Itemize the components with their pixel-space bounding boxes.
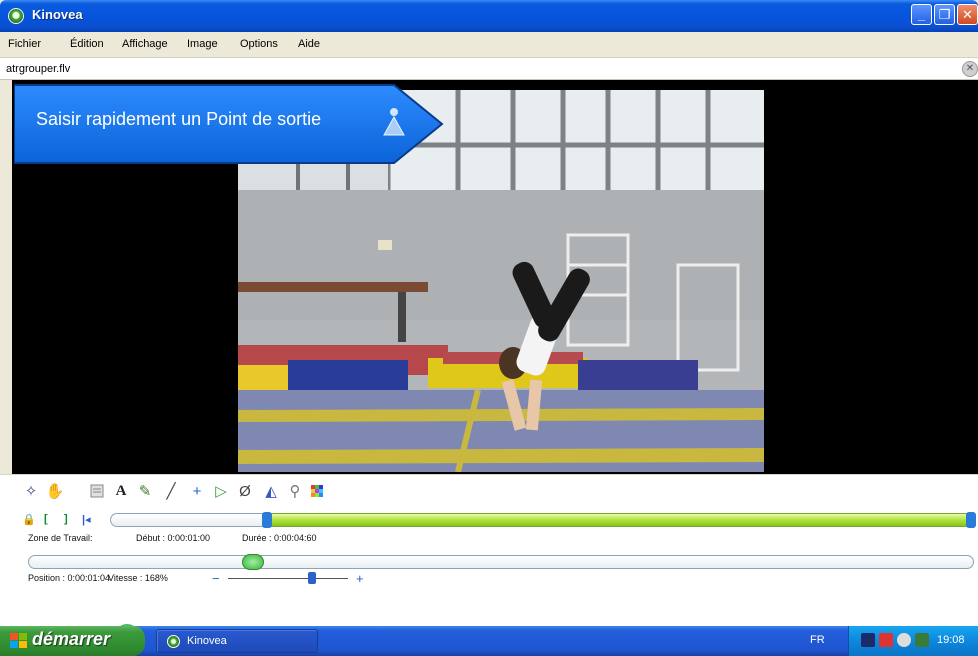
zone-duration: Durée : 0:00:04:60 <box>242 533 317 543</box>
window-title: Kinovea <box>32 7 83 22</box>
chrono-icon[interactable]: Ø <box>236 482 254 500</box>
menu-bar: Fichier Édition Affichage Image Options … <box>0 32 978 58</box>
windows-flag-icon <box>10 633 27 648</box>
set-end-point-icon[interactable]: ] <box>64 513 68 525</box>
windows-taskbar: démarrer Kinovea FR 19:08 <box>0 626 978 656</box>
kinovea-app-icon[interactable] <box>8 8 24 24</box>
start-label: démarrer <box>32 629 111 649</box>
speed-label: Vitesse : 168% <box>108 573 168 583</box>
set-start-point-icon[interactable]: [ <box>44 513 48 525</box>
kinovea-task-icon <box>167 635 180 648</box>
position-cursor[interactable] <box>242 554 264 570</box>
lock-zone-icon[interactable]: 🔒 <box>22 513 36 526</box>
taskbar-item-kinovea[interactable]: Kinovea <box>156 629 318 653</box>
security-tray-icon[interactable] <box>879 633 893 647</box>
zone-start-time: Début : 0:00:01:00 <box>136 533 211 543</box>
menu-edition[interactable]: Édition <box>70 38 104 50</box>
comment-icon[interactable] <box>88 482 106 500</box>
speed-minus-button[interactable]: − <box>212 571 220 586</box>
system-tray: 19:08 <box>848 626 978 656</box>
network-tray-icon[interactable] <box>861 633 875 647</box>
update-tray-icon[interactable] <box>915 633 929 647</box>
working-zone-panel: 🔒 [ ] |◂ Zone de Travail: Début : 0:00:0… <box>0 506 978 550</box>
start-button[interactable]: démarrer <box>0 626 145 656</box>
taskbar-item-label: Kinovea <box>187 635 227 647</box>
go-to-zone-start-icon[interactable]: |◂ <box>82 513 91 526</box>
new-key-image-icon[interactable]: ✧ <box>22 482 40 500</box>
position-time: Position : 0:00:01:04 <box>28 573 111 583</box>
minimize-button[interactable]: _ <box>911 4 932 25</box>
drawing-toolbar: ✧ ✋ A ✎ ╱ + ▷ Ø ◭ ⚲ <box>0 474 978 506</box>
maximize-button[interactable]: ❐ <box>934 4 955 25</box>
file-name: atrgrouper.flv <box>6 63 71 75</box>
clock[interactable]: 19:08 <box>937 634 965 646</box>
speed-slider-thumb[interactable] <box>308 572 316 584</box>
title-bar: Kinovea _ ❐ ✕ <box>0 0 978 32</box>
menu-affichage[interactable]: Affichage <box>122 38 168 50</box>
working-zone-label: Zone de Travail: <box>28 533 93 543</box>
line-icon[interactable]: ╱ <box>162 482 180 500</box>
menu-aide[interactable]: Aide <box>298 38 320 50</box>
menu-fichier[interactable]: Fichier <box>8 38 41 50</box>
out-point-icon <box>383 108 405 136</box>
working-zone-selection[interactable] <box>266 513 976 527</box>
position-track[interactable] <box>28 555 974 569</box>
menu-options[interactable]: Options <box>240 38 278 50</box>
magnifier-icon[interactable]: ⚲ <box>286 482 304 500</box>
angle-icon[interactable]: ▷ <box>212 482 230 500</box>
language-indicator[interactable]: FR <box>810 634 825 646</box>
playback-panel: Position : 0:00:01:04 Vitesse : 168% − +… <box>0 550 978 650</box>
tooltip-quick-out-point: Saisir rapidement un Point de sortie <box>14 83 444 165</box>
speed-plus-button[interactable]: + <box>356 571 364 586</box>
cross-marker-icon[interactable]: + <box>188 482 206 500</box>
text-icon[interactable]: A <box>112 482 130 500</box>
file-tab[interactable]: atrgrouper.flv ✕ <box>0 58 978 80</box>
grid-icon[interactable]: ◭ <box>262 482 280 500</box>
zone-end-handle[interactable] <box>966 512 976 528</box>
hand-icon[interactable]: ✋ <box>46 482 65 500</box>
menu-image[interactable]: Image <box>187 38 218 50</box>
close-file-icon[interactable]: ✕ <box>962 61 978 77</box>
tooltip-text: Saisir rapidement un Point de sortie <box>36 109 322 129</box>
volume-tray-icon[interactable] <box>897 633 911 647</box>
pencil-icon[interactable]: ✎ <box>136 482 154 500</box>
speed-slider-track[interactable] <box>228 578 348 579</box>
close-window-button[interactable]: ✕ <box>957 4 978 25</box>
color-profile-icon[interactable] <box>308 482 326 500</box>
zone-start-handle[interactable] <box>262 512 272 528</box>
